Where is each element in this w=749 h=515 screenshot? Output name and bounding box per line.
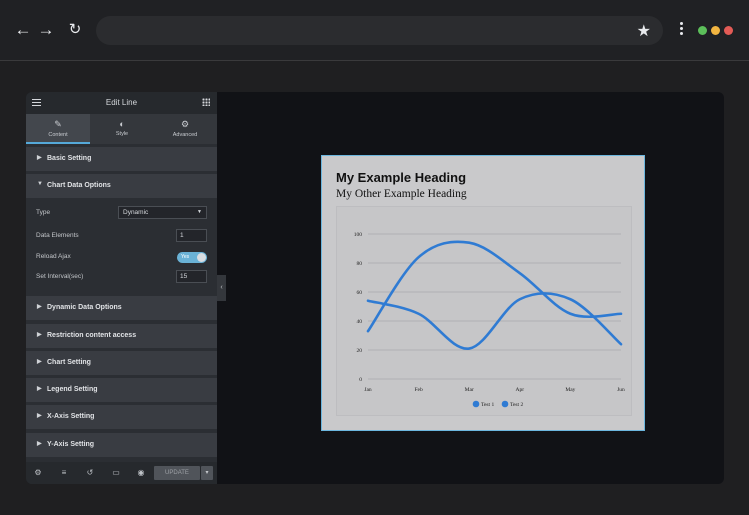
x-tick-label: Jun	[617, 387, 625, 393]
tab-content[interactable]: ✎ Content	[26, 114, 90, 144]
update-button[interactable]: UPDATE	[154, 466, 200, 480]
y-tick-label: 20	[357, 348, 363, 354]
bookmark-star-icon[interactable]: ★	[637, 21, 651, 41]
layers-icon[interactable]: ≡	[59, 468, 69, 478]
history-icon[interactable]: ↺	[85, 468, 95, 478]
panel-header: Edit Line	[26, 92, 217, 114]
browser-menu-icon[interactable]	[678, 22, 684, 40]
legend-marker	[501, 400, 509, 408]
window-dot-yellow[interactable]	[711, 26, 720, 35]
page-viewport: Edit Line ✎ Content ◐ Style ⚙ Advanced ▶…	[26, 92, 724, 484]
preview-eye-icon[interactable]: ◉	[136, 468, 146, 478]
y-tick-label: 40	[357, 319, 363, 325]
browser-toolbar: ← → ↻ ★	[0, 0, 749, 61]
tab-style[interactable]: ◐ Style	[90, 114, 154, 144]
tab-content-label: Content	[48, 132, 68, 138]
chevron-down-icon: ▼	[197, 209, 202, 215]
caret-right-icon: ▶	[37, 386, 42, 392]
window-dot-green[interactable]	[698, 26, 707, 35]
toggle-state: Yes	[181, 254, 190, 260]
section-label: Chart Setting	[47, 359, 91, 366]
data-elements-input[interactable]: 1	[176, 229, 207, 242]
address-bar[interactable]: ★	[96, 16, 663, 45]
section-x-axis-setting[interactable]: ▶ X-Axis Setting	[26, 405, 217, 429]
tab-advanced-label: Advanced	[172, 132, 198, 138]
widgets-grid-icon[interactable]	[202, 98, 210, 106]
chart-container: 0 20 40 60 80 100 Jan Feb Mar Apr May Jun Test 1 Test…	[336, 206, 632, 416]
collapse-panel-chevron-icon[interactable]: ‹	[217, 275, 226, 301]
legend-label: Test 2	[510, 402, 523, 408]
panel-title: Edit Line	[105, 98, 138, 107]
section-label: Restriction content access	[47, 332, 137, 339]
x-tick-label: Feb	[414, 387, 423, 393]
y-tick-label: 0	[359, 377, 362, 383]
section-chart-setting[interactable]: ▶ Chart Setting	[26, 351, 217, 375]
section-label: Y-Axis Setting	[47, 441, 95, 448]
interval-input[interactable]: 15	[176, 270, 207, 283]
update-options-chevron-icon[interactable]: ▾	[201, 466, 213, 480]
y-tick-label: 80	[357, 261, 363, 267]
section-label: Basic Setting	[47, 155, 92, 162]
chart-widget-card[interactable]: My Example Heading My Other Example Head…	[321, 155, 645, 431]
type-select[interactable]: Dynamic ▼	[118, 206, 207, 219]
caret-right-icon: ▶	[37, 359, 42, 365]
section-label: X-Axis Setting	[47, 413, 95, 420]
line-chart: 0 20 40 60 80 100 Jan Feb Mar Apr May Jun Test 1 Test…	[354, 232, 625, 408]
caret-right-icon: ▶	[37, 332, 42, 338]
settings-gear-icon[interactable]: ⚙	[33, 468, 43, 478]
caret-down-icon: ▼	[37, 181, 43, 187]
editor-panel: Edit Line ✎ Content ◐ Style ⚙ Advanced ▶…	[26, 92, 217, 484]
caret-right-icon: ▶	[37, 304, 42, 310]
section-label: Dynamic Data Options	[47, 304, 122, 311]
window-dot-red[interactable]	[724, 26, 733, 35]
responsive-icon[interactable]: ▭	[111, 468, 121, 478]
tab-advanced[interactable]: ⚙ Advanced	[153, 114, 217, 144]
contrast-icon: ◐	[119, 119, 125, 129]
section-y-axis-setting[interactable]: ▶ Y-Axis Setting	[26, 433, 217, 457]
y-tick-label: 100	[354, 232, 363, 238]
tab-style-label: Style	[115, 131, 129, 137]
section-label: Legend Setting	[47, 386, 98, 393]
caret-right-icon: ▶	[37, 155, 42, 161]
reload-ajax-toggle[interactable]: Yes	[177, 252, 207, 263]
y-tick-label: 60	[357, 290, 363, 296]
reload-icon[interactable]: ↻	[66, 20, 84, 40]
x-tick-label: May	[565, 387, 575, 393]
widget-heading: My Example Heading	[336, 170, 467, 185]
legend-marker	[472, 400, 480, 408]
forward-arrow-icon[interactable]: →	[37, 20, 55, 40]
interval-label: Set Interval(sec)	[36, 273, 84, 280]
x-tick-label: Apr	[516, 387, 525, 393]
gear-icon: ⚙	[180, 119, 190, 129]
section-dynamic-data-options[interactable]: ▶ Dynamic Data Options	[26, 296, 217, 320]
data-elements-label: Data Elements	[36, 232, 79, 239]
section-chart-data-options[interactable]: ▼ Chart Data Options	[26, 174, 217, 198]
toggle-knob	[197, 253, 206, 262]
caret-right-icon: ▶	[37, 413, 42, 419]
type-label: Type	[36, 209, 51, 216]
pencil-icon: ✎	[54, 119, 62, 129]
section-legend-setting[interactable]: ▶ Legend Setting	[26, 378, 217, 402]
type-select-value: Dynamic	[123, 209, 149, 216]
reload-ajax-label: Reload Ajax	[36, 253, 71, 260]
series-line-1	[366, 240, 623, 333]
section-label: Chart Data Options	[47, 182, 111, 189]
x-tick-label: Jan	[364, 387, 372, 393]
caret-right-icon: ▶	[37, 441, 42, 447]
legend-label: Test 1	[481, 402, 494, 408]
widget-subheading: My Other Example Heading	[336, 188, 467, 200]
panel-tabs: ✎ Content ◐ Style ⚙ Advanced	[26, 114, 217, 144]
x-tick-label: Mar	[465, 387, 474, 393]
back-arrow-icon[interactable]: ←	[14, 20, 32, 40]
section-restriction-content[interactable]: ▶ Restriction content access	[26, 324, 217, 348]
section-basic-setting[interactable]: ▶ Basic Setting	[26, 147, 217, 171]
panel-footer: ⚙ ≡ ↺ ▭ ◉ UPDATE ▾	[26, 462, 217, 484]
